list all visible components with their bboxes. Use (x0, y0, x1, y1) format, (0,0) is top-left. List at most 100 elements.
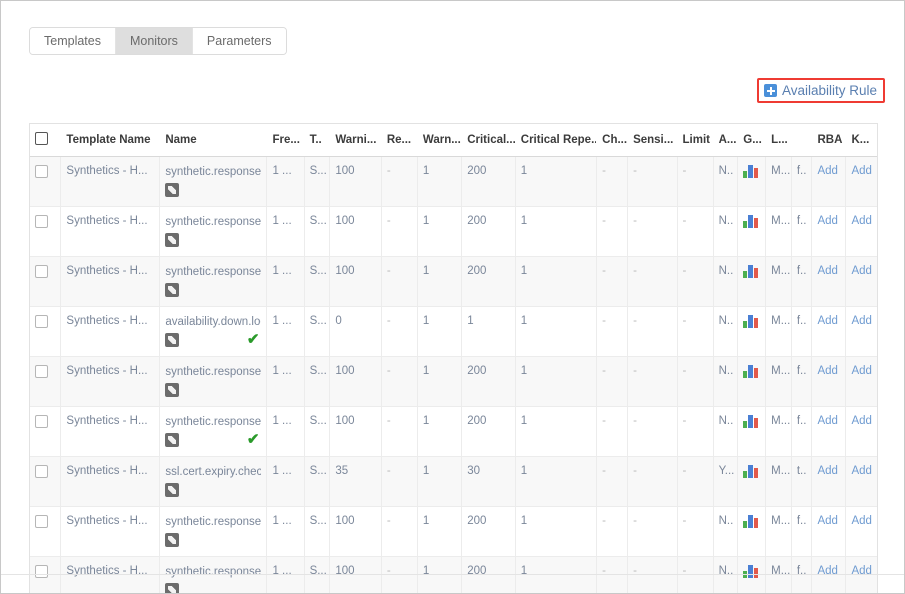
row-checkbox[interactable] (35, 565, 48, 578)
column-header-graph[interactable]: G... (737, 124, 767, 157)
column-header-critical_repeat[interactable]: Critical Repe... (515, 124, 598, 157)
cell-warning_repeat: 1 (417, 306, 463, 357)
add-link-rba[interactable]: Add (817, 165, 837, 177)
column-header-sensitivity[interactable]: Sensi... (627, 124, 678, 157)
tab-parameters[interactable]: Parameters (192, 28, 286, 54)
column-header-alert[interactable]: A... (713, 124, 739, 157)
row-checkbox[interactable] (35, 215, 48, 228)
edit-pencil-icon[interactable] (165, 533, 180, 547)
edit-pencil-icon[interactable] (165, 283, 180, 297)
add-link-rba[interactable]: Add (817, 265, 837, 277)
monitors-table-container: Template Name Name Fre... T.. Warni... Re... W… (29, 123, 878, 593)
cell-rba[interactable]: Add (811, 506, 847, 557)
add-link-k[interactable]: Add (851, 565, 871, 577)
select-all-checkbox[interactable] (35, 132, 48, 145)
bar-chart-icon[interactable] (743, 165, 760, 178)
bar-b3 (754, 418, 759, 428)
column-header-warning_threshold[interactable]: Warni... (329, 124, 382, 157)
cell-rba[interactable]: Add (811, 556, 847, 593)
add-link-rba[interactable]: Add (817, 515, 837, 527)
tab-monitors[interactable]: Monitors (115, 28, 193, 54)
edit-pencil-icon[interactable] (165, 233, 180, 247)
column-header-limit[interactable]: Limit (677, 124, 714, 157)
cell-limit: - (677, 456, 714, 507)
add-link-rba[interactable]: Add (817, 465, 837, 477)
add-link-k[interactable]: Add (851, 515, 871, 527)
column-header-log[interactable]: L... (765, 124, 792, 157)
column-header-k[interactable]: K... (845, 124, 877, 157)
table-header-row: Template Name Name Fre... T.. Warni... Re... W… (30, 124, 877, 157)
add-link-k[interactable]: Add (851, 365, 871, 377)
add-link-k[interactable]: Add (851, 415, 871, 427)
availability-rule-button[interactable]: Availability Rule (757, 78, 886, 103)
add-link-k[interactable]: Add (851, 265, 871, 277)
cell-k[interactable]: Add (845, 456, 877, 507)
column-header-type[interactable]: T.. (304, 124, 331, 157)
cell-k[interactable]: Add (845, 156, 877, 207)
cell-rba[interactable]: Add (811, 256, 847, 307)
cell-rba[interactable]: Add (811, 206, 847, 257)
cell-k[interactable]: Add (845, 506, 877, 557)
add-link-k[interactable]: Add (851, 315, 871, 327)
edit-pencil-icon[interactable] (165, 333, 180, 347)
column-header-change[interactable]: Ch... (596, 124, 629, 157)
edit-pencil-icon[interactable] (165, 483, 180, 497)
column-header-frequency[interactable]: Fre... (266, 124, 305, 157)
value-log: M... (771, 415, 791, 427)
bar-chart-icon[interactable] (743, 365, 760, 378)
bar-chart-icon[interactable] (743, 465, 760, 478)
cell-warning_threshold: 0 (329, 306, 382, 357)
add-link-rba[interactable]: Add (817, 215, 837, 227)
cell-rba[interactable]: Add (811, 456, 847, 507)
cell-rba[interactable]: Add (811, 406, 847, 457)
cell-change: - (596, 406, 629, 457)
bar-chart-icon[interactable] (743, 265, 760, 278)
add-link-rba[interactable]: Add (817, 415, 837, 427)
row-checkbox[interactable] (35, 265, 48, 278)
edit-pencil-icon[interactable] (165, 383, 180, 397)
column-header-name[interactable]: Name (159, 124, 268, 157)
cell-k[interactable]: Add (845, 206, 877, 257)
row-checkbox[interactable] (35, 515, 48, 528)
column-header-recovery[interactable]: Re... (381, 124, 418, 157)
bar-chart-icon[interactable] (743, 315, 760, 328)
cell-k[interactable]: Add (845, 406, 877, 457)
value-change: - (602, 465, 606, 477)
add-link-k[interactable]: Add (851, 215, 871, 227)
cell-k[interactable]: Add (845, 356, 877, 407)
row-checkbox[interactable] (35, 415, 48, 428)
edit-pencil-icon[interactable] (165, 183, 180, 197)
value-critical_repeat: 1 (520, 465, 528, 477)
cell-rba[interactable]: Add (811, 306, 847, 357)
cell-k[interactable]: Add (845, 556, 877, 593)
column-header-warning_repeat[interactable]: Warn... (417, 124, 463, 157)
cell-k[interactable]: Add (845, 256, 877, 307)
bar-b2 (748, 565, 754, 578)
bar-chart-icon[interactable] (743, 515, 760, 528)
column-header-rba[interactable]: RBA (811, 124, 847, 157)
row-checkbox[interactable] (35, 365, 48, 378)
cell-critical_repeat: 1 (515, 356, 598, 407)
row-checkbox[interactable] (35, 315, 48, 328)
tab-templates[interactable]: Templates (30, 28, 116, 54)
add-link-rba[interactable]: Add (817, 365, 837, 377)
add-link-rba[interactable]: Add (817, 315, 837, 327)
column-header-template_name[interactable]: Template Name (60, 124, 161, 157)
column-header-critical[interactable]: Critical... (461, 124, 516, 157)
edit-pencil-icon[interactable] (165, 583, 180, 593)
bar-chart-icon[interactable] (743, 565, 760, 578)
cell-k[interactable]: Add (845, 306, 877, 357)
row-checkbox[interactable] (35, 465, 48, 478)
cell-rba[interactable]: Add (811, 356, 847, 407)
bar-chart-icon[interactable] (743, 415, 760, 428)
row-checkbox[interactable] (35, 165, 48, 178)
bar-chart-icon[interactable] (743, 215, 760, 228)
cell-spacer: f.. (791, 356, 813, 407)
value-critical: 1 (467, 315, 474, 327)
value-recovery: - (386, 165, 391, 177)
cell-rba[interactable]: Add (811, 156, 847, 207)
add-link-rba[interactable]: Add (817, 565, 837, 577)
add-link-k[interactable]: Add (851, 165, 871, 177)
edit-pencil-icon[interactable] (165, 433, 180, 447)
add-link-k[interactable]: Add (851, 465, 871, 477)
